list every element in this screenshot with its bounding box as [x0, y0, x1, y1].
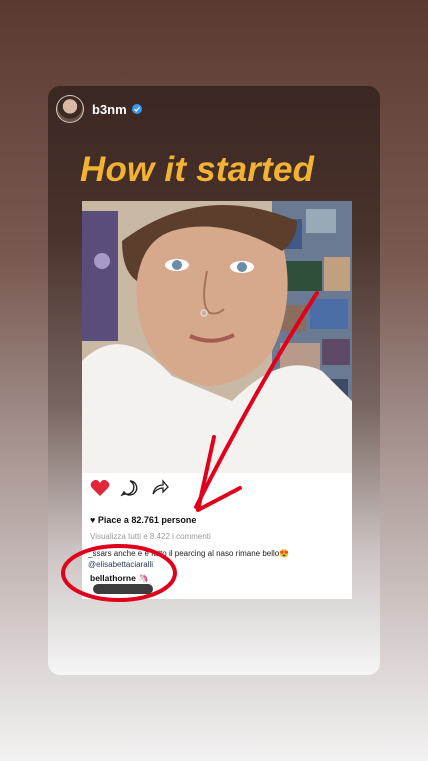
- heart-icon[interactable]: [90, 479, 110, 502]
- likes-heart-icon: ♥: [90, 515, 98, 525]
- avatar[interactable]: [56, 95, 84, 123]
- share-icon[interactable]: [150, 479, 170, 502]
- comment-icon[interactable]: [120, 479, 140, 502]
- post-actions: [82, 479, 352, 503]
- comment-2: bellathorne 🦄: [90, 573, 149, 584]
- comment2-emoji: 🦄: [138, 573, 149, 583]
- post-photo: [82, 201, 352, 473]
- story-header: b3nm: [56, 95, 142, 123]
- post-likes[interactable]: ♥ Piace a 82.761 persone: [90, 515, 196, 525]
- comment2-user[interactable]: bellathorne: [90, 573, 136, 583]
- embedded-post-screenshot: ♥ Piace a 82.761 persone Visualizza tutt…: [82, 201, 352, 599]
- verified-badge-icon: [131, 104, 142, 114]
- story-username[interactable]: b3nm: [92, 102, 127, 117]
- comment-1: _ssars anche e è fatto il pearcing al na…: [88, 549, 290, 569]
- comment-mention[interactable]: @elisabettaciaralli: [88, 560, 153, 569]
- view-comments-link[interactable]: Visualizza tutti e 8.422 i commenti: [90, 532, 211, 541]
- story-headline: How it started: [80, 150, 315, 189]
- redacted-bar: [93, 584, 153, 594]
